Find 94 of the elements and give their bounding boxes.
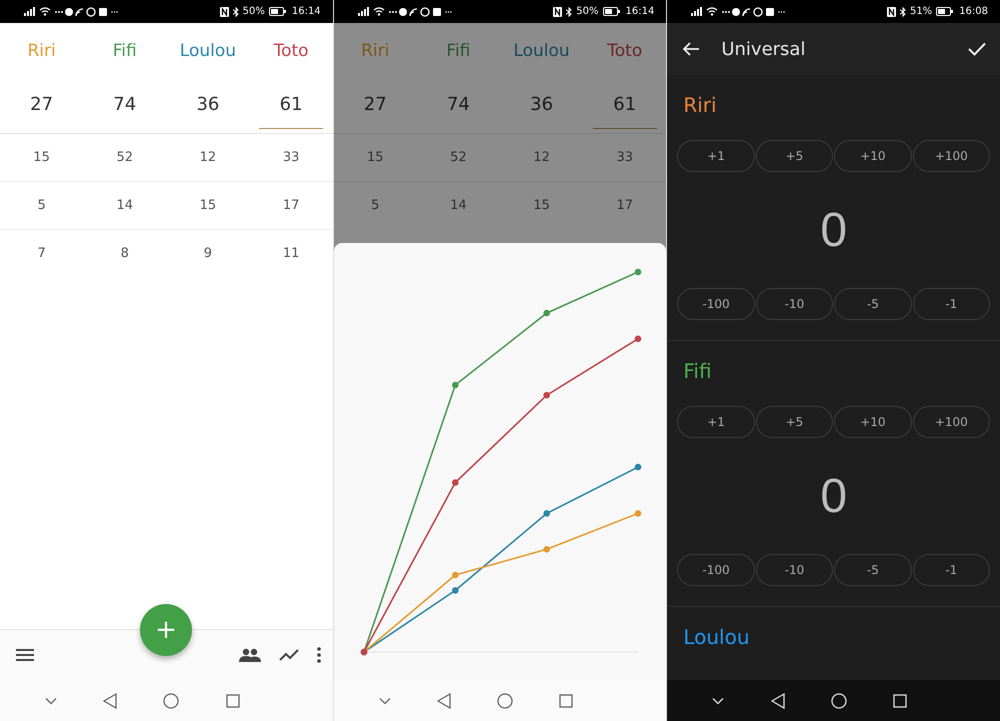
player-total[interactable]: 61 [259,82,324,129]
player-total[interactable]: 27 [358,82,393,129]
signal-icon [24,7,35,16]
trend-line-icon[interactable] [278,649,299,661]
increment-button[interactable]: +100 [912,140,990,172]
score-cell: 14 [116,198,134,213]
score-cell: 11 [282,246,300,261]
score-cell: 12 [533,150,550,165]
increment-button[interactable]: +5 [756,406,834,438]
checkmark-icon[interactable] [968,42,986,56]
score-cell: 5 [371,198,380,213]
data-point [543,392,550,398]
notification-icons-drawing [722,6,786,16]
data-point [452,479,458,486]
decrement-button[interactable]: -1 [912,288,990,320]
decrement-button[interactable]: -10 [756,554,834,586]
score-cell: 15 [33,150,50,165]
wifi-icon [39,7,51,16]
score-cell: 8 [120,246,129,261]
score-cell: 15 [533,198,550,213]
bluetooth-icon [566,6,572,16]
player-total[interactable]: 61 [592,82,657,129]
player-total[interactable]: 27 [24,82,60,129]
score-cell: 7 [37,246,46,261]
player-total[interactable]: 36 [524,82,560,129]
score-cell: 17 [616,198,634,213]
clock: 16:14 [626,6,654,17]
data-point [543,310,550,316]
score-cell: 17 [282,198,300,213]
increment-button[interactable]: +100 [912,406,990,438]
data-point [452,572,458,578]
score-cell: 9 [204,246,212,261]
decrement-button[interactable]: -100 [677,554,755,586]
battery-percentage: 51% [910,6,932,17]
score-cell: 5 [37,198,46,213]
score-cell: 52 [116,150,134,165]
player-total[interactable]: 74 [107,82,142,129]
clock: 16:14 [292,6,321,17]
signal-icon [358,7,369,16]
notification-icons-drawing [388,6,453,16]
player-name[interactable]: Loulou [180,40,236,60]
battery-percentage: 50% [242,6,265,17]
increment-button[interactable]: +10 [834,406,912,438]
score-cell: 15 [200,198,216,213]
screen-title: Universal [721,38,806,60]
player-name: Loulou [682,624,751,651]
battery-icon [602,7,620,16]
data-point [452,587,458,594]
nfc-icon [220,6,229,16]
player-total[interactable]: 36 [190,82,226,129]
wifi-icon [706,7,718,16]
battery-icon [936,7,954,16]
data-point [634,336,641,342]
score-cell: 33 [616,150,634,165]
player-name: Fifi [682,358,713,385]
score-value: 0 [820,202,848,258]
score-cell: 15 [366,150,384,165]
data-point [543,510,550,517]
notification-icons-drawing [55,6,119,16]
nfc-icon [886,6,896,16]
data-point [634,464,641,470]
decrement-button[interactable]: -5 [834,554,912,586]
decrement-button[interactable]: -10 [756,288,834,320]
score-cell: 12 [200,150,216,165]
battery-percentage: 50% [576,6,599,17]
wifi-icon [372,7,385,16]
score-value: 0 [820,468,848,524]
menu-icon[interactable] [16,648,34,662]
bluetooth-icon [232,6,239,16]
player-name[interactable]: Toto [274,40,309,60]
data-point [634,510,641,517]
increment-button[interactable]: +1 [677,140,755,172]
people-icon[interactable] [238,648,261,662]
decrement-button[interactable]: -100 [677,288,755,320]
increment-button[interactable]: +10 [834,140,912,172]
increment-button[interactable]: +5 [756,140,834,172]
more-icon[interactable] [316,647,321,663]
data-point [452,382,458,388]
data-point [543,546,550,553]
clock: 16:08 [959,6,988,17]
decrement-button[interactable]: -1 [912,554,990,586]
player-total[interactable]: 74 [440,82,476,129]
back-arrow-icon[interactable] [683,42,700,56]
signal-icon [691,7,702,16]
decrement-button[interactable]: -5 [834,288,912,320]
score-cell: 52 [450,150,467,165]
nfc-icon [553,6,562,16]
increment-button[interactable]: +1 [677,406,755,438]
bluetooth-icon [900,6,906,16]
battery-icon [268,7,286,16]
score-cell: 33 [282,150,300,165]
player-name: Riri [682,92,718,119]
data-point [634,268,641,276]
score-cell: 14 [450,198,467,213]
